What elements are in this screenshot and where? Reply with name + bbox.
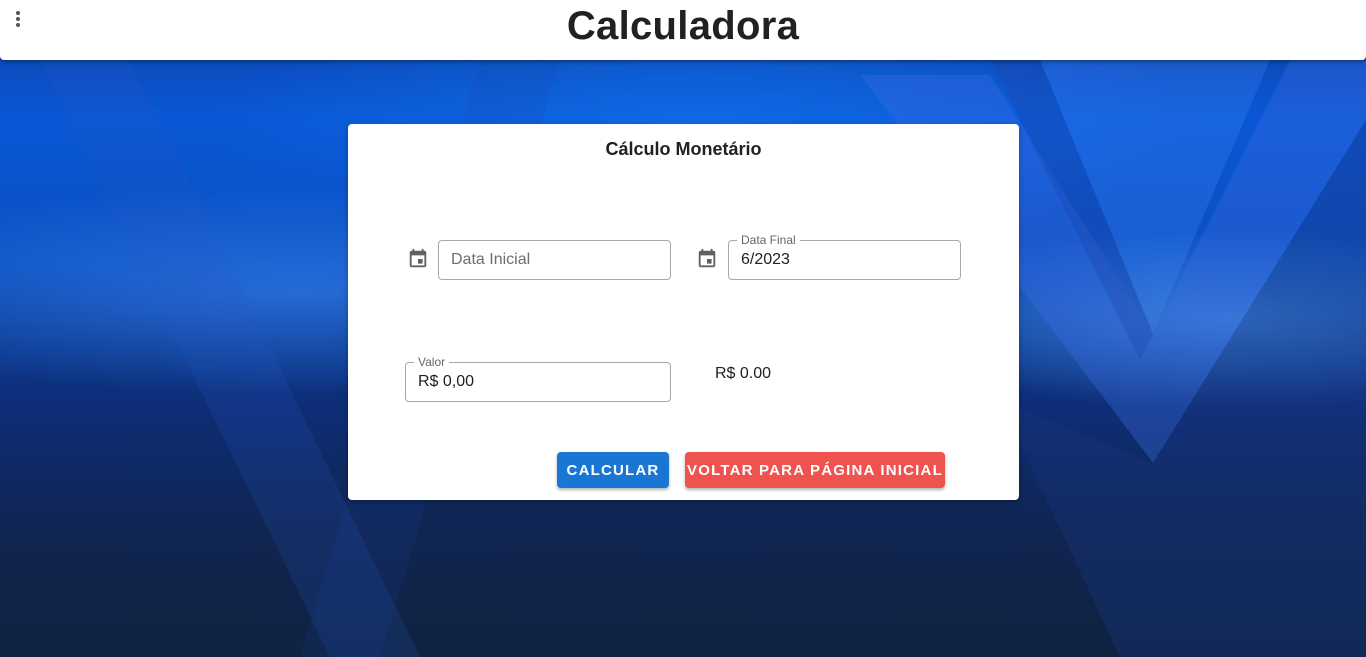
valor-field[interactable]: Valor (405, 355, 671, 402)
data-final-field[interactable]: Data Final (728, 233, 961, 280)
result-value: R$ 0.00 (715, 365, 772, 382)
voltar-button[interactable]: VOLTAR PARA PÁGINA INICIAL (685, 452, 945, 488)
valor-input[interactable] (406, 363, 670, 401)
calcular-button[interactable]: CALCULAR (557, 452, 669, 488)
app-bar: Calculadora (0, 0, 1366, 60)
data-final-input[interactable] (729, 241, 960, 279)
calendar-icon[interactable] (407, 248, 429, 270)
data-inicial-field[interactable] (438, 240, 671, 280)
card-title: Cálculo Monetário (605, 139, 762, 159)
calendar-icon[interactable] (696, 248, 718, 270)
calculation-card: Cálculo Monetário Data Final Valor R$ 0.… (348, 124, 1019, 500)
page-title: Calculadora (566, 4, 800, 48)
data-inicial-input[interactable] (439, 241, 670, 279)
